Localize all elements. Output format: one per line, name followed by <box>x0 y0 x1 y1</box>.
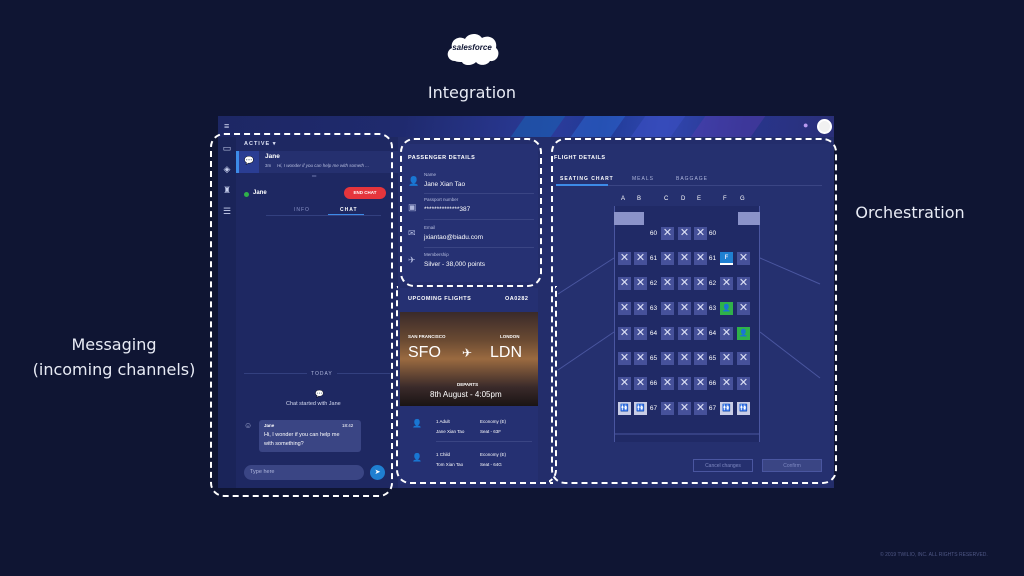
logo-text: salesforce <box>452 43 492 52</box>
microphone-icon[interactable]: ● <box>803 120 808 130</box>
integration-label: Integration <box>427 83 517 102</box>
slide: salesforce Integration Orchestration Mes… <box>0 0 1024 576</box>
orchestration-region <box>551 138 837 484</box>
copyright: © 2019 TWILIO, INC. ALL RIGHTS RESERVED. <box>880 552 988 558</box>
messaging-label-line1: Messaging <box>71 335 157 354</box>
avatar[interactable] <box>817 119 832 134</box>
orchestration-label: Orchestration <box>855 203 965 222</box>
messaging-label-line2: (incoming channels) <box>32 360 196 379</box>
flights-region-bottom <box>396 286 553 484</box>
integration-region <box>400 138 542 287</box>
messaging-region <box>210 133 393 497</box>
menu-icon[interactable]: ≡ <box>224 121 229 131</box>
salesforce-logo: salesforce <box>443 29 501 69</box>
